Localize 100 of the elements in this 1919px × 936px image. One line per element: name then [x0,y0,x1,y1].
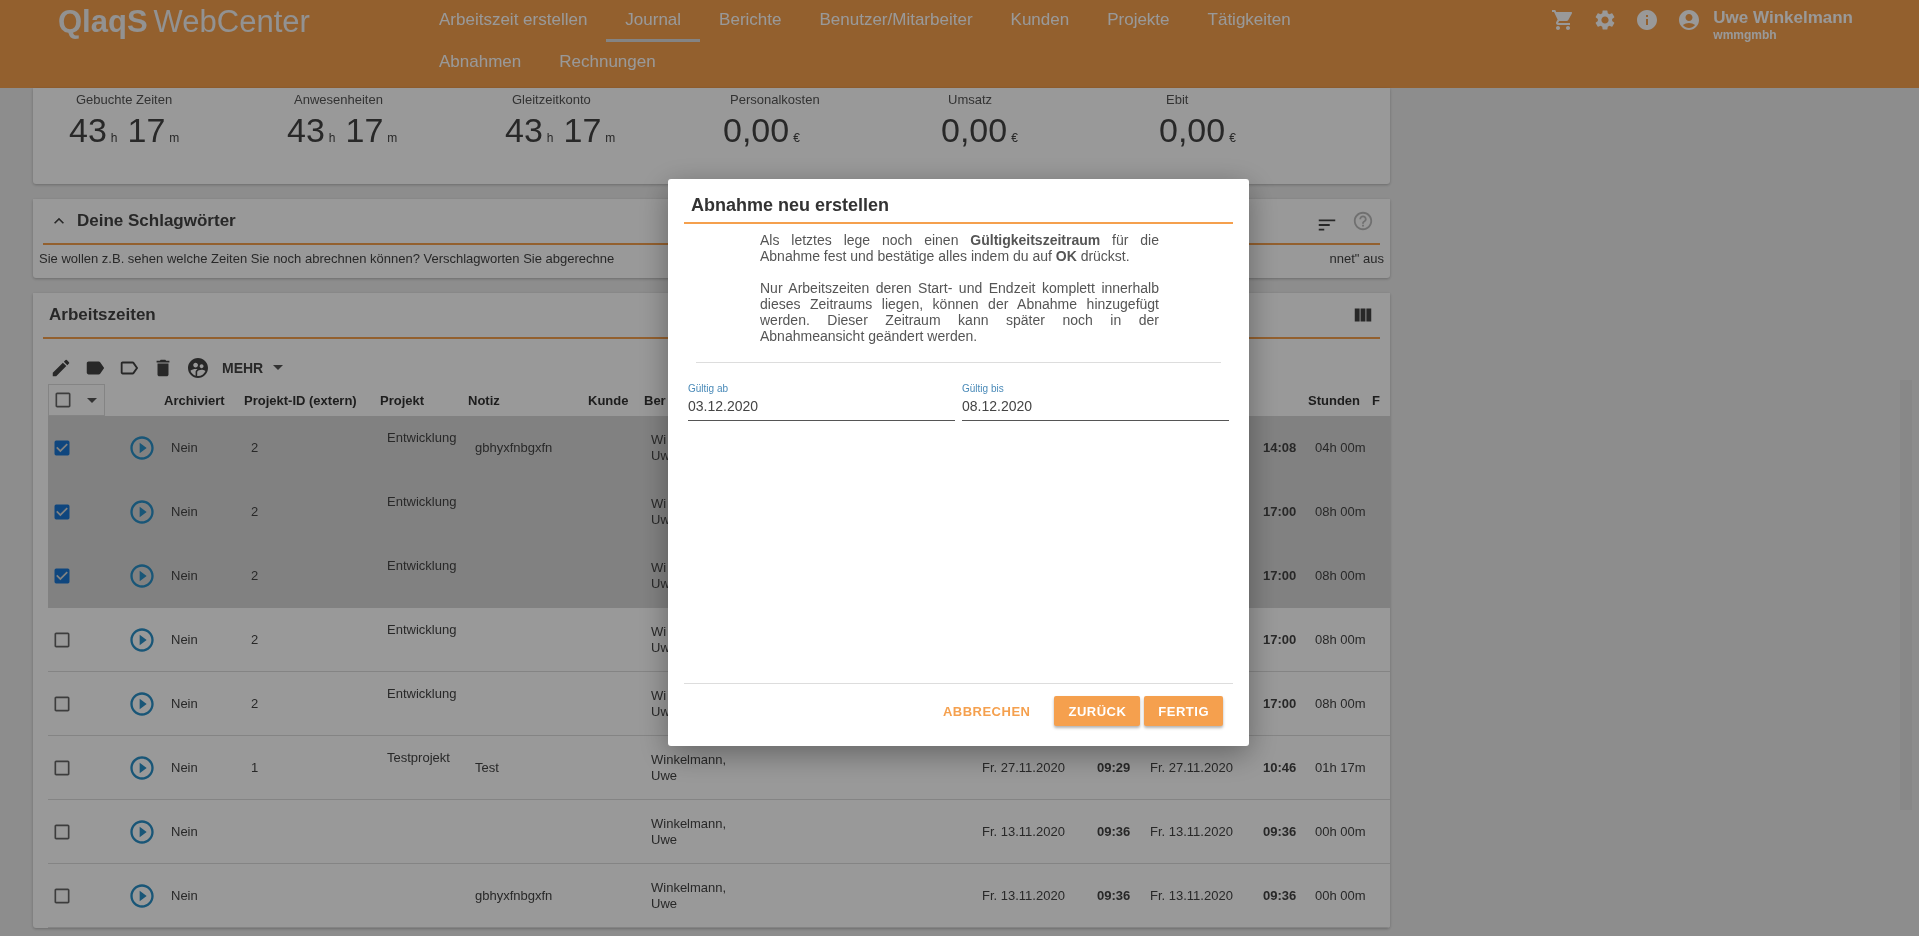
row-checkbox[interactable] [52,566,72,586]
table-cell-text: 01h 17m [1314,758,1366,777]
table-cell-text: 09:36 [1262,886,1297,905]
table-cell-text: Entwicklung [386,493,457,511]
table-cell-text: 08h 00m [1314,694,1366,713]
table-cell-text: Entwicklung [386,685,457,703]
table-cell-text: Fr. 13.11.2020 [1149,886,1233,905]
play-icon[interactable] [128,753,156,782]
panel-title: Deine Schlagwörter [77,211,236,231]
group-icon[interactable] [186,355,210,380]
stat-value: 43 [505,111,543,150]
stat-unit: € [1229,131,1236,145]
stat-label: Umsatz [948,92,993,107]
stat-unit: € [1011,131,1018,145]
stat-unit: h [546,131,554,145]
play-icon[interactable] [128,498,156,526]
select-all-checkbox[interactable] [53,390,73,410]
stat-label: Personalkosten [730,92,820,107]
keywords-hint: Sie wollen z.B. sehen welche Zeiten Sie noch abrechnen können? Verschlagworten Sie abgerechne [39,251,615,266]
table-cell-text: 14:08 [1262,439,1297,457]
table-cell-text: Nein [170,886,198,905]
table-row[interactable]: Nein gbhyxfnbgxfn Winkelmann, Uwe Fr. 13.11.2020 09:36 Fr. 13.11.2020 09:36 00h 00m [48,864,1390,928]
table-row[interactable]: Nein 1 Testprojekt Test Winkelmann, Uwe Fr. 27.11.2020 09:29 Fr. 27.11.2020 10:46 01h 17m [48,736,1390,800]
table-cell-text: Winkelmann, Uwe [650,750,727,785]
panel-title: Arbeitszeiten [49,305,156,325]
table-cell-text: 08h 00m [1314,567,1366,585]
field-label: Gültig ab [688,383,729,394]
avatar-icon[interactable] [1677,8,1702,32]
column-header[interactable]: Projekt-ID (extern) [244,384,380,416]
stat-value: 17 [563,111,602,150]
stat-value: 17 [127,111,166,150]
info-icon[interactable] [1635,8,1660,32]
table-cell-text: 00h 00m [1314,886,1366,905]
table-cell-text: Nein [170,758,198,777]
play-icon[interactable] [128,434,156,462]
column-header[interactable]: F [1372,384,1390,416]
user-name: Uwe Winkelmann [1713,8,1853,28]
table-row[interactable]: Nein Winkelmann, Uwe Fr. 13.11.2020 09:36 Fr. 13.11.2020 09:36 00h 00m [48,800,1390,864]
stat-value: 17 [345,111,384,150]
table-cell-text: Nein [170,822,198,841]
table-cell-text: 08h 00m [1314,630,1366,649]
table-cell-text: Entwicklung [386,621,457,639]
table-cell-text: 17:00 [1262,630,1297,649]
play-icon[interactable] [128,689,156,718]
column-header[interactable]: Archiviert [164,384,244,416]
table-cell-text: Testprojekt [386,749,450,767]
table-cell-text: 2 [250,503,259,521]
table-cell-text: Nein [170,694,198,713]
dialog-text: Als letztes lege noch einen Gültigkeitszeitraum für die Abnahme fest und bestätige alles indem du auf OK drückst. [759,232,1160,264]
dialog-title: Abnahme neu erstellen [684,179,1233,224]
table-cell-text: Test [474,758,499,777]
stat-label: Ebit [1166,92,1189,107]
table-cell-text: gbhyxfnbgxfn [474,439,553,457]
company-name: wmmgmbh [1713,28,1778,42]
table-cell-text: 17:00 [1262,567,1297,585]
table-cell-text: 00h 00m [1314,822,1366,841]
stat-label: Gleitzeitkonto [512,92,591,107]
table-cell-text: 10:46 [1262,758,1297,777]
row-checkbox[interactable] [52,502,72,522]
table-cell-text: 09:29 [1096,758,1131,777]
table-cell-text: 2 [250,439,259,457]
stat-unit: € [793,131,800,145]
caret-icon [273,365,284,370]
stat-value: 43 [69,111,107,150]
table-cell-text: Nein [170,567,198,585]
stat-unit: m [605,131,616,145]
stat-unit: m [169,131,180,145]
play-icon[interactable] [128,625,156,654]
dialog-text: Nur Arbeitszeiten deren Start- und Endzeit komplett innerhalb dieses Zeitraums liegen, können der Abnahme hinzugefügt werden. Dieser Zeitraum kann später noch in der Abnahmeansicht geändert werden. [759,280,1160,344]
row-checkbox[interactable] [52,438,72,458]
stat-unit: h [110,131,118,145]
table-cell-text: Fr. 27.11.2020 [981,758,1065,777]
more-button[interactable]: MEHR [222,359,284,376]
stat-value: 0,00 [723,111,790,150]
table-cell-text: Entwicklung [386,557,457,575]
column-header[interactable]: Stunden [1308,384,1372,416]
stat-unit: h [328,131,336,145]
caret-icon[interactable] [87,397,97,403]
table-cell-text: Fr. 13.11.2020 [981,886,1065,905]
help-icon[interactable] [1352,210,1374,232]
play-icon[interactable] [128,562,156,590]
table-cell-text: 2 [250,630,259,649]
column-header[interactable]: Notiz [468,384,588,416]
play-icon[interactable] [128,817,156,846]
stat-value: 0,00 [1159,111,1226,150]
select-menu[interactable] [48,384,105,416]
table-cell-text: 17:00 [1262,503,1297,521]
column-header[interactable]: Projekt [380,384,468,416]
play-icon[interactable] [128,881,156,910]
table-cell-text: Nein [170,503,198,521]
keywords-hint: nnet" aus [1329,251,1384,266]
table-cell-text: 09:36 [1262,822,1297,841]
column-header[interactable]: Kunde [588,384,644,416]
app-logo: QlaqS WebCenter [58,3,311,40]
table-cell-text: Winkelmann, Uwe [650,878,727,913]
table-cell-text: Fr. 13.11.2020 [1149,822,1233,841]
table-cell-text: 09:36 [1096,886,1131,905]
table-cell-text: 04h 00m [1314,439,1366,457]
table-cell-text: 2 [250,694,259,713]
stat-value: 43 [287,111,325,150]
